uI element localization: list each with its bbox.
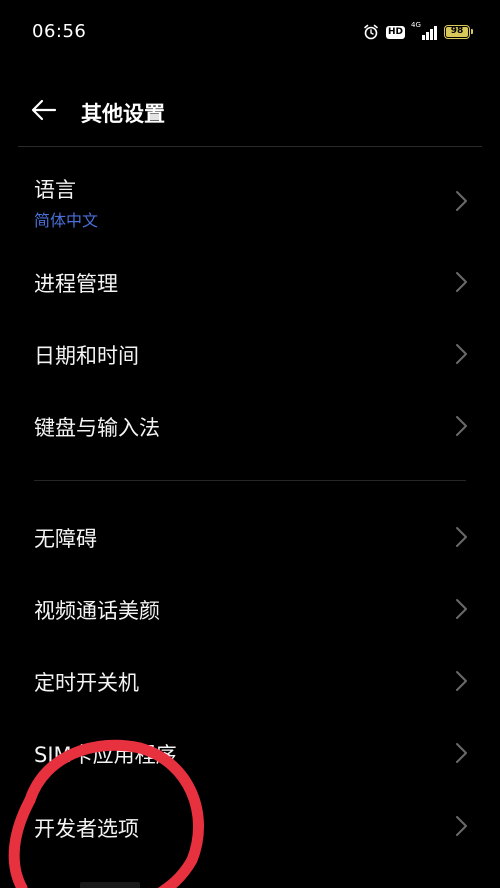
status-icons: HD 4G 98	[363, 21, 473, 42]
item-label: 定时开关机	[34, 671, 139, 695]
chevron-right-icon	[456, 272, 467, 292]
battery-icon: 98	[444, 25, 473, 39]
chevron-right-icon	[456, 743, 467, 763]
settings-item-language[interactable]: 语言 简体中文	[0, 160, 500, 240]
settings-item-accessibility[interactable]: 无障碍	[0, 501, 500, 573]
settings-item-process-management[interactable]: 进程管理	[0, 246, 500, 318]
header-divider	[18, 146, 482, 147]
chevron-right-icon	[456, 527, 467, 547]
status-bar: 06:56 HD 4G 98	[0, 0, 500, 64]
screen: 06:56 HD 4G 98 其他设置 语言 简体中文 进程管理 日期和时间 键…	[0, 0, 500, 888]
chevron-right-icon	[456, 816, 467, 836]
section-divider	[34, 480, 466, 481]
back-button[interactable]	[26, 92, 62, 128]
settings-item-partial	[0, 868, 500, 888]
status-time: 06:56	[32, 21, 87, 42]
item-subtitle: 简体中文	[34, 211, 99, 230]
item-label: 键盘与输入法	[34, 416, 160, 440]
chevron-right-icon	[456, 344, 467, 364]
item-label: SIM卡应用程序	[34, 743, 177, 767]
network-type: 4G	[411, 21, 421, 29]
settings-item-scheduled-power[interactable]: 定时开关机	[0, 645, 500, 717]
item-label: 无障碍	[34, 527, 97, 551]
settings-item-keyboard-input[interactable]: 键盘与输入法	[0, 390, 500, 462]
battery-percent: 98	[450, 26, 464, 36]
signal-icon: 4G	[411, 21, 437, 40]
chevron-right-icon	[456, 599, 467, 619]
item-label: 日期和时间	[34, 344, 139, 368]
back-arrow-icon	[31, 99, 57, 121]
chevron-right-icon	[456, 416, 467, 436]
settings-item-developer-options[interactable]: 开发者选项	[0, 789, 500, 861]
chevron-right-icon	[456, 671, 467, 691]
header: 其他设置	[0, 86, 500, 138]
page-title: 其他设置	[81, 102, 165, 126]
settings-item-video-beauty[interactable]: 视频通话美颜	[0, 573, 500, 645]
item-label: 视频通话美颜	[34, 599, 160, 623]
alarm-icon	[364, 24, 378, 40]
item-label: 进程管理	[34, 272, 118, 296]
item-label: 开发者选项	[34, 817, 139, 841]
chevron-right-icon	[456, 191, 467, 211]
hd-badge: HD	[385, 25, 405, 39]
partial-row-text	[80, 882, 140, 888]
item-label: 语言	[34, 178, 76, 202]
settings-item-date-time[interactable]: 日期和时间	[0, 318, 500, 390]
settings-item-sim-apps[interactable]: SIM卡应用程序	[0, 717, 500, 789]
